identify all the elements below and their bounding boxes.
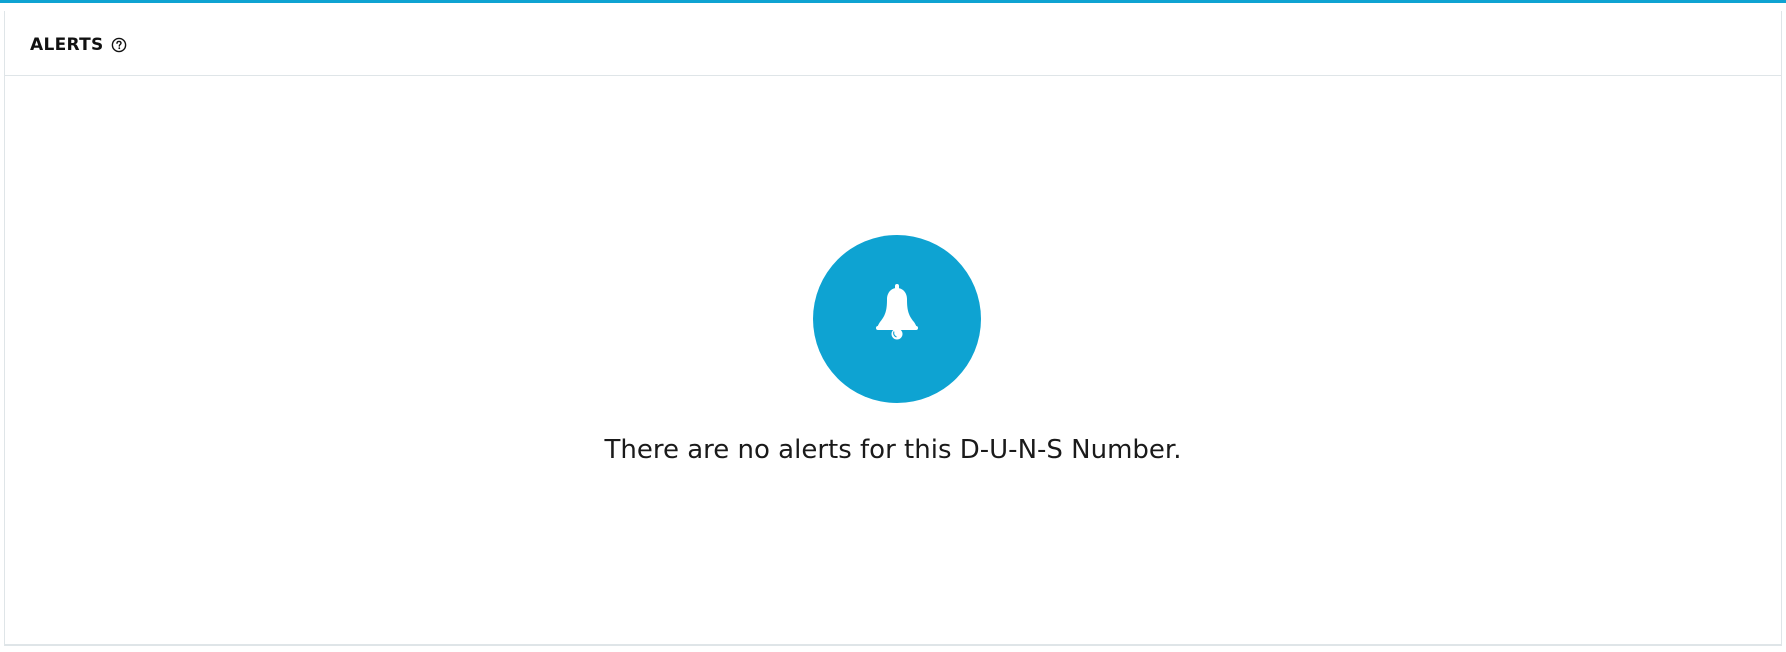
question-circle-icon[interactable] [111, 37, 127, 53]
empty-state: There are no alerts for this D-U-N-S Num… [5, 76, 1781, 644]
bell-icon [876, 284, 918, 340]
panel-header: ALERTS [5, 14, 1781, 76]
empty-state-message: There are no alerts for this D-U-N-S Num… [604, 435, 1182, 465]
bell-icon-circle [813, 235, 981, 403]
panel-title: ALERTS [30, 34, 104, 55]
alerts-panel: ALERTS There are no alerts for this D-U-… [4, 11, 1782, 646]
panel-accent-bar [0, 0, 1786, 3]
